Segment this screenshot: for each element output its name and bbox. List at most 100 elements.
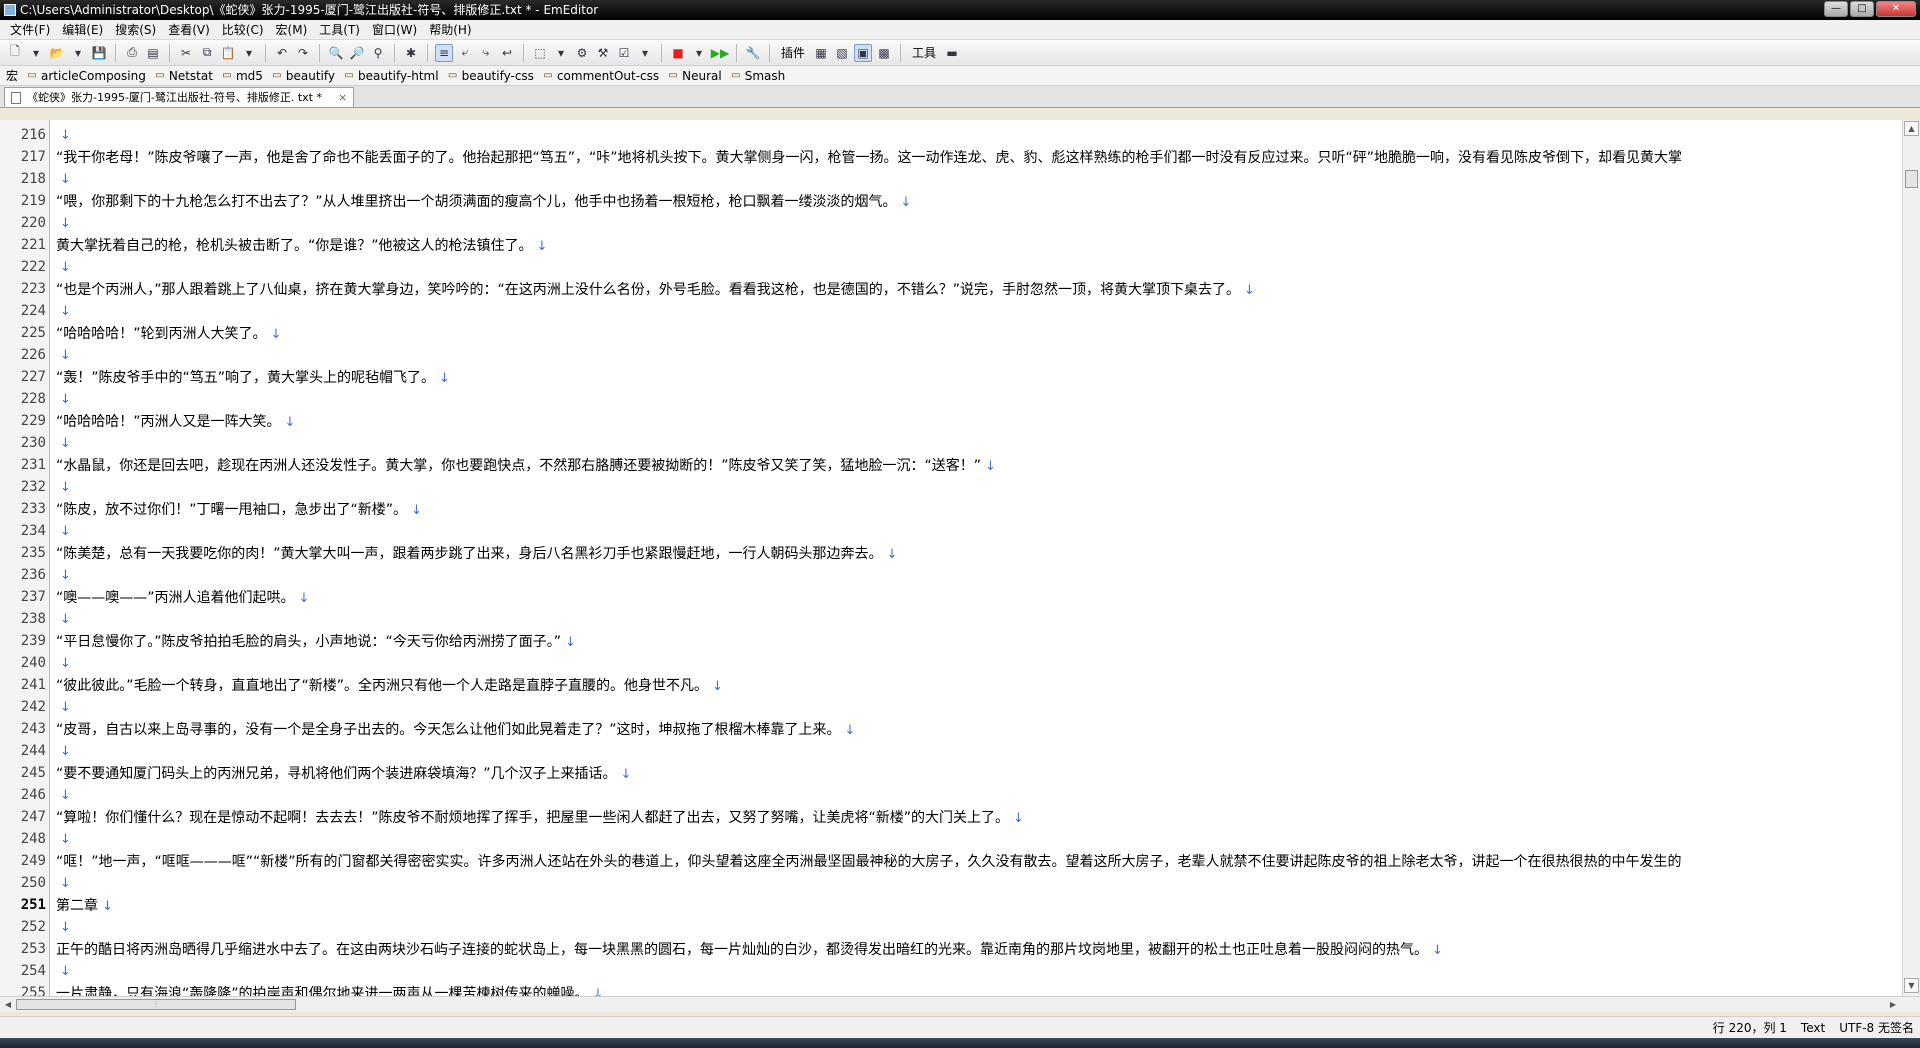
editor-line[interactable]: 242 ↓	[0, 696, 1900, 718]
redo-icon[interactable]: ↷	[294, 44, 312, 62]
document-tab[interactable]: 《蛇侠》张力-1995-厦门-鹭江出版社-符号、排版修正. txt * ×	[4, 87, 355, 107]
editor-line[interactable]: 234 ↓	[0, 520, 1900, 542]
macro-item-netstat[interactable]: ▭ Netstat	[154, 69, 213, 83]
editor-line[interactable]: 229 “哈哈哈哈！”丙洲人又是一阵大笑。 ↓	[0, 410, 1900, 432]
plugin-icon[interactable]: ▧	[833, 44, 851, 62]
editor-line[interactable]: 230 ↓	[0, 432, 1900, 454]
wrap-none-icon[interactable]: ≡	[435, 43, 453, 62]
editor-line[interactable]: 222 ↓	[0, 256, 1900, 278]
menu-file[interactable]: 文件(F)	[4, 20, 56, 40]
editor-line[interactable]: 224 ↓	[0, 300, 1900, 322]
maximize-button[interactable]: □	[1850, 1, 1874, 17]
editor-line[interactable]: 223 “也是个丙洲人，”那人跟着跳上了八仙桌，挤在黄大掌身边，笑吟吟的：“在这丙…	[0, 278, 1900, 300]
close-button[interactable]: ✕	[1876, 1, 1916, 17]
menu-help[interactable]: 帮助(H)	[423, 20, 477, 40]
replace-icon[interactable]: ⚲	[369, 44, 387, 62]
editor-line[interactable]: 252 ↓	[0, 916, 1900, 938]
horizontal-scroll-thumb[interactable]: ⦙	[16, 999, 296, 1010]
vertical-scroll-thumb[interactable]	[1905, 170, 1918, 188]
editor-line[interactable]: 244 ↓	[0, 740, 1900, 762]
scroll-left-icon[interactable]: ◀	[1, 998, 15, 1011]
highlight-search-icon[interactable]: ✱	[402, 44, 420, 62]
undo-icon[interactable]: ↶	[273, 44, 291, 62]
find-next-icon[interactable]: 🔎	[348, 44, 366, 62]
dropdown-arrow-icon[interactable]: ▾	[552, 44, 570, 62]
print-icon[interactable]: ⎙	[123, 44, 141, 62]
editor-line[interactable]: 251 第二章 ↓	[0, 894, 1900, 916]
menu-edit[interactable]: 编辑(E)	[56, 20, 109, 40]
editor-line[interactable]: 226 ↓	[0, 344, 1900, 366]
macro-item-neural[interactable]: ▭ Neural	[667, 69, 721, 83]
editor-line[interactable]: 255 一片肃静，只有海浪“轰隆隆”的拍岸声和偶尔地来进一两声从一棵苦楝树传来的蝉…	[0, 982, 1900, 996]
editor-line[interactable]: 253 正午的酷日将丙洲岛晒得几乎缩进水中去了。在这由两块沙石屿子连接的蛇状岛上，…	[0, 938, 1900, 960]
dropdown-arrow-icon[interactable]: ▾	[636, 44, 654, 62]
file-encoding[interactable]: UTF-8 无签名	[1839, 1019, 1914, 1036]
dropdown-arrow-icon[interactable]: ▾	[240, 44, 258, 62]
dropdown-arrow-icon[interactable]: ▾	[690, 44, 708, 62]
editor-line[interactable]: 250 ↓	[0, 872, 1900, 894]
plugin-icon[interactable]: ▦	[812, 44, 830, 62]
menu-tools[interactable]: 工具(T)	[313, 20, 366, 40]
editor-line[interactable]: 231 “水晶鼠，你还是回去吧，趁现在丙洲人还没发性子。黄大掌，你也要跑快点，不然…	[0, 454, 1900, 476]
toolbar-options-icon[interactable]: ☑	[615, 44, 633, 62]
editor-line[interactable]: 225 “哈哈哈哈！”轮到丙洲人大笑了。 ↓	[0, 322, 1900, 344]
cursor-position[interactable]: 行 220，列 1	[1713, 1019, 1787, 1036]
macro-item-md5[interactable]: ▭ md5	[221, 69, 263, 83]
scroll-up-icon[interactable]: ▲	[1904, 121, 1919, 136]
open-folder-icon[interactable]: 📂	[48, 44, 66, 62]
editor-line[interactable]: 249 “哐！”地一声，“哐哐———哐”“新楼”所有的门窗都关得密密实实。许多丙洲…	[0, 850, 1900, 872]
plugin-icon[interactable]: ▩	[875, 44, 893, 62]
horizontal-scrollbar[interactable]: ◀ ⦙ ▶	[0, 996, 1920, 1012]
macro-item-beautify[interactable]: ▭ beautify	[271, 69, 335, 83]
macro-settings-icon[interactable]: 🔧	[744, 44, 762, 62]
menu-compare[interactable]: 比较(C)	[216, 20, 270, 40]
file-mode[interactable]: Text	[1801, 1021, 1825, 1035]
menu-view[interactable]: 查看(V)	[162, 20, 216, 40]
encoding-icon[interactable]: ⬚	[531, 44, 549, 62]
wrap-page-icon[interactable]: ⤷	[477, 44, 495, 62]
editor-line[interactable]: 216 ↓	[0, 124, 1900, 146]
new-file-icon[interactable]: 🗋	[6, 44, 24, 62]
scroll-down-icon[interactable]: ▼	[1904, 978, 1919, 993]
editor-line[interactable]: 233 “陈皮，放不过你们！”丁曙一甩袖口，急步出了“新楼”。 ↓	[0, 498, 1900, 520]
dropdown-arrow-icon[interactable]: ▾	[27, 44, 45, 62]
macro-item-beautify-css[interactable]: ▭ beautify-css	[447, 69, 534, 83]
editor-line[interactable]: 243 “皮哥，自古以来上岛寻事的，没有一个是全身子出去的。今天怎么让他们如此晃着…	[0, 718, 1900, 740]
macro-item-smash[interactable]: ▭ Smash	[730, 69, 785, 83]
editor-line[interactable]: 235 “陈美楚，总有一天我要吃你的肉！”黄大掌大叫一声，跟着两步跳了出来，身后八…	[0, 542, 1900, 564]
editor-line[interactable]: 227 “轰！”陈皮爷手中的“笃五”响了，黄大掌头上的呢毡帽飞了。 ↓	[0, 366, 1900, 388]
dropdown-arrow-icon[interactable]: ▾	[69, 44, 87, 62]
minimize-button[interactable]: —	[1824, 1, 1848, 17]
editor-line[interactable]: 245 “要不要通知厦门码头上的丙洲兄弟，寻机将他们两个装进麻袋填海？”几个汉子上…	[0, 762, 1900, 784]
wrap-window-icon[interactable]: ⤶	[456, 44, 474, 62]
editor-line[interactable]: 239 “平日怠慢你了。”陈皮爷拍拍毛脸的肩头，小声地说：“今天亏你给丙洲捞了面子…	[0, 630, 1900, 652]
editor-line[interactable]: 232 ↓	[0, 476, 1900, 498]
editor-line[interactable]: 218 ↓	[0, 168, 1900, 190]
console-icon[interactable]: ▬	[943, 44, 961, 62]
tab-close-icon[interactable]: ×	[338, 88, 347, 107]
editor-line[interactable]: 237 “噢——噢——”丙洲人追着他们起哄。 ↓	[0, 586, 1900, 608]
editor-line[interactable]: 238 ↓	[0, 608, 1900, 630]
save-icon[interactable]: 💾	[90, 44, 108, 62]
record-macro-icon[interactable]: ■	[669, 44, 687, 62]
editor-line[interactable]: 228 ↓	[0, 388, 1900, 410]
wrap-chars-icon[interactable]: ↩	[498, 44, 516, 62]
editor-line[interactable]: 220 ↓	[0, 212, 1900, 234]
macro-item-commentout-css[interactable]: ▭ commentOut-css	[542, 69, 659, 83]
editor-line[interactable]: 236 ↓	[0, 564, 1900, 586]
editor-line[interactable]: 254 ↓	[0, 960, 1900, 982]
editor-line[interactable]: 247 “算啦！你们懂什么？现在是惊动不起啊！去去去！”陈皮爷不耐烦地挥了挥手，把…	[0, 806, 1900, 828]
config-icon[interactable]: ⚙	[573, 44, 591, 62]
paste-icon[interactable]: 📋	[219, 44, 237, 62]
cut-icon[interactable]: ✂	[177, 44, 195, 62]
macro-item-articlecomposing[interactable]: ▭ articleComposing	[26, 69, 146, 83]
editor-line[interactable]: 217 “我干你老母！”陈皮爷嚷了一声，他是舍了命也不能丢面子的了。他抬起那把“笃…	[0, 146, 1900, 168]
run-macro-icon[interactable]: ▶▶	[711, 44, 729, 62]
print-preview-icon[interactable]: ▤	[144, 44, 162, 62]
editor-line[interactable]: 240 ↓	[0, 652, 1900, 674]
editor-line[interactable]: 219 “喂，你那剩下的十九枪怎么打不出去了？”从人堆里挤出一个胡须满面的瘦高个儿…	[0, 190, 1900, 212]
copy-icon[interactable]: ⧉	[198, 44, 216, 62]
editor-line[interactable]: 241 “彼此彼此。”毛脸一个转身，直直地出了“新楼”。全丙洲只有他一个人走路是直…	[0, 674, 1900, 696]
macro-item-beautify-html[interactable]: ▭ beautify-html	[343, 69, 438, 83]
editor-line[interactable]: 248 ↓	[0, 828, 1900, 850]
